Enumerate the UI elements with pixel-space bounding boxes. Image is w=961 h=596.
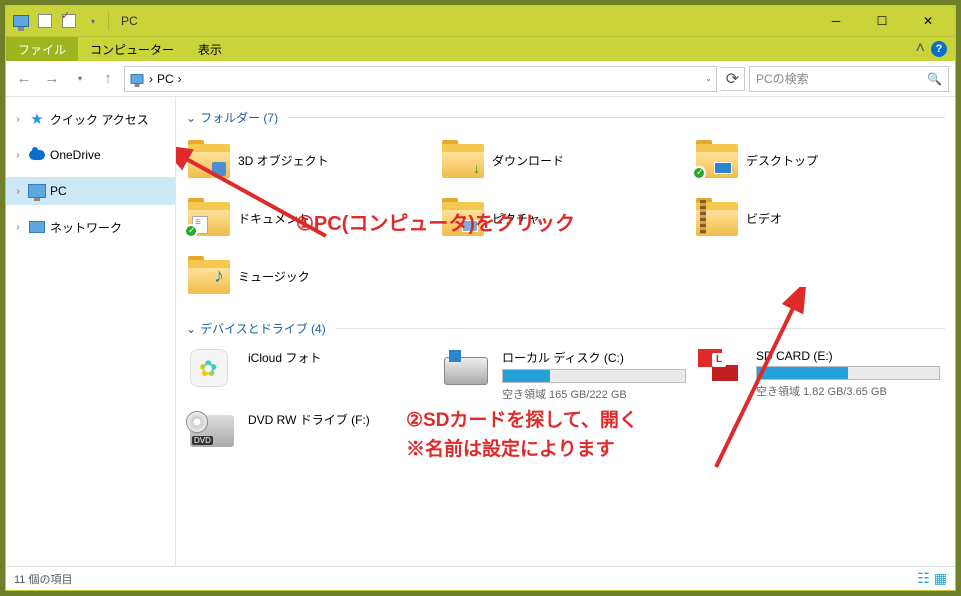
hdd-icon: [444, 349, 492, 389]
network-icon: [28, 218, 46, 236]
folder-downloads[interactable]: ↓ ダウンロード: [440, 134, 690, 186]
help-icon[interactable]: ?: [931, 41, 947, 57]
large-icons-view-icon[interactable]: ▦: [934, 570, 947, 587]
folder-icon: [188, 200, 230, 236]
drives-grid: iCloud フォト ローカル ディスク (C:) 空き領域 165 GB/22…: [186, 345, 945, 463]
back-button[interactable]: ←: [12, 67, 36, 91]
search-input[interactable]: PCの検索 🔍: [749, 66, 949, 92]
drive-name: ローカル ディスク (C:): [502, 349, 686, 366]
icloud-icon: [190, 349, 238, 389]
folders-grid: 3D オブジェクト ↓ ダウンロード デスクトップ ドキュメント ピクチャ: [186, 134, 945, 302]
drive-icloud[interactable]: iCloud フォト: [186, 345, 436, 401]
location-icon: [131, 74, 144, 84]
search-placeholder: PCの検索: [756, 70, 809, 87]
dvd-icon: DVD: [190, 411, 238, 451]
sidebar-item-label: クイック アクセス: [50, 111, 149, 128]
chevron-right-icon[interactable]: ›: [12, 150, 24, 161]
folder-desktop[interactable]: デスクトップ: [694, 134, 944, 186]
drive-free-space: 空き領域 1.82 GB/3.65 GB: [756, 383, 940, 399]
folder-music[interactable]: ♪ ミュージック: [186, 250, 436, 302]
group-folders-label: フォルダー (7): [200, 109, 278, 126]
breadcrumb-sep: ›: [178, 72, 182, 86]
address-bar: ← → ▾ ↑ › PC › ⌄ ⟳ PCの検索 🔍: [6, 61, 955, 97]
drive-name: SD CARD (E:): [756, 349, 940, 363]
folder-icon: [696, 142, 738, 178]
sidebar-item-pc[interactable]: › PC: [6, 177, 175, 205]
forward-button[interactable]: →: [40, 67, 64, 91]
content-area: › ★ クイック アクセス › OneDrive › PC › ネットワーク: [6, 97, 955, 566]
group-drives-header[interactable]: ⌄ デバイスとドライブ (4): [186, 320, 945, 337]
pc-icon: [28, 182, 46, 200]
folder-icon: [442, 200, 484, 236]
drive-sd-card[interactable]: L SD CARD (E:) 空き領域 1.82 GB/3.65 GB: [694, 345, 944, 401]
quick-access-icon: ★: [28, 110, 46, 128]
folder-icon: ♪: [188, 258, 230, 294]
sidebar-item-label: ネットワーク: [50, 219, 122, 236]
address-field[interactable]: › PC › ⌄: [124, 66, 717, 92]
sidebar-item-quick-access[interactable]: › ★ クイック アクセス: [6, 105, 175, 133]
group-folders-header[interactable]: ⌄ フォルダー (7): [186, 109, 945, 126]
minimize-button[interactable]: ─: [813, 6, 859, 36]
close-button[interactable]: ✕: [905, 6, 951, 36]
quick-access-toolbar: ✓ ▾: [10, 10, 104, 32]
explorer-window: ✓ ▾ PC ─ ☐ ✕ ファイル コンピューター 表示 ˄ ? ← → ▾ ↑…: [5, 5, 956, 591]
folder-videos[interactable]: ビデオ: [694, 192, 944, 244]
tab-computer[interactable]: コンピューター: [78, 37, 186, 61]
titlebar: ✓ ▾ PC ─ ☐ ✕: [6, 6, 955, 36]
refresh-button[interactable]: ⟳: [721, 67, 745, 91]
maximize-button[interactable]: ☐: [859, 6, 905, 36]
qat-properties-icon[interactable]: [34, 10, 56, 32]
breadcrumb-location[interactable]: PC: [157, 72, 174, 86]
app-icon: [10, 10, 32, 32]
drive-dvd[interactable]: DVD DVD RW ドライブ (F:): [186, 407, 436, 463]
sidebar-item-label: PC: [50, 184, 67, 198]
details-view-icon[interactable]: ☷: [917, 570, 930, 587]
folder-documents[interactable]: ドキュメント: [186, 192, 436, 244]
main-view: ⌄ フォルダー (7) 3D オブジェクト ↓ ダウンロード デスクトップ: [176, 97, 955, 566]
item-count: 11 個の項目: [14, 571, 72, 587]
sd-card-icon: L: [698, 349, 746, 389]
window-title: PC: [121, 14, 138, 28]
folder-pictures[interactable]: ピクチャ: [440, 192, 690, 244]
breadcrumb-sep: ›: [149, 72, 153, 86]
qat-checkbox-checked-icon[interactable]: ✓: [58, 10, 80, 32]
chevron-right-icon[interactable]: ›: [12, 114, 24, 125]
folder-3d-objects[interactable]: 3D オブジェクト: [186, 134, 436, 186]
drive-name: iCloud フォト: [248, 349, 432, 366]
search-icon: 🔍: [927, 72, 942, 86]
ribbon: ファイル コンピューター 表示 ˄ ?: [6, 36, 955, 61]
chevron-right-icon[interactable]: ›: [12, 186, 24, 197]
usage-bar: [756, 366, 940, 380]
sidebar-item-onedrive[interactable]: › OneDrive: [6, 141, 175, 169]
navigation-pane: › ★ クイック アクセス › OneDrive › PC › ネットワーク: [6, 97, 176, 566]
qat-dropdown-icon[interactable]: ▾: [82, 10, 104, 32]
history-dropdown[interactable]: ▾: [68, 67, 92, 91]
sidebar-item-label: OneDrive: [50, 148, 101, 162]
onedrive-icon: [28, 146, 46, 164]
tab-file[interactable]: ファイル: [6, 37, 78, 61]
up-button[interactable]: ↑: [96, 67, 120, 91]
folder-icon: [188, 142, 230, 178]
status-bar: 11 個の項目 ☷ ▦: [6, 566, 955, 590]
address-dropdown-icon[interactable]: ⌄: [705, 74, 712, 83]
tab-view[interactable]: 表示: [186, 37, 234, 61]
drive-local-c[interactable]: ローカル ディスク (C:) 空き領域 165 GB/222 GB: [440, 345, 690, 401]
folder-icon: ↓: [442, 142, 484, 178]
usage-bar: [502, 369, 686, 383]
folder-icon: [696, 200, 738, 236]
drive-free-space: 空き領域 165 GB/222 GB: [502, 386, 686, 402]
ribbon-expand-icon[interactable]: ˄: [916, 40, 925, 58]
chevron-right-icon[interactable]: ›: [12, 222, 24, 233]
sidebar-item-network[interactable]: › ネットワーク: [6, 213, 175, 241]
group-drives-label: デバイスとドライブ (4): [200, 320, 326, 337]
drive-name: DVD RW ドライブ (F:): [248, 411, 432, 428]
